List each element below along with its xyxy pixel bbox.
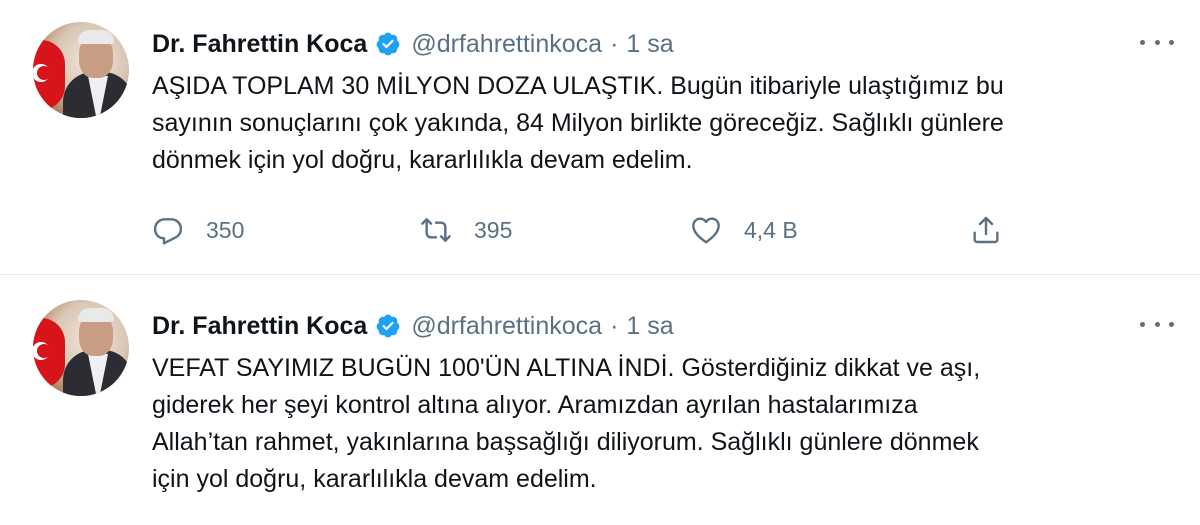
avatar[interactable] <box>33 22 129 118</box>
tweet-feed: Dr. Fahrettin Koca @drfahrettinkoca · 1 … <box>0 0 1200 525</box>
tweet-timestamp[interactable]: 1 sa <box>626 30 673 59</box>
retweet-count: 395 <box>474 216 513 243</box>
avatar-hair <box>78 308 114 322</box>
tweet-text-line: için yol doğru, kararlılıkla devam edeli… <box>152 465 597 493</box>
retweet-button[interactable]: 395 <box>420 210 512 250</box>
author-name[interactable]: Dr. Fahrettin Koca <box>152 30 367 59</box>
author-handle[interactable]: @drfahrettinkoca <box>411 30 602 59</box>
separator-dot: · <box>610 311 619 340</box>
verified-badge-icon <box>375 31 401 57</box>
reply-count: 350 <box>206 216 245 243</box>
flag-graphic <box>33 318 65 388</box>
reply-icon <box>153 218 183 245</box>
avatar[interactable] <box>33 300 129 396</box>
more-options-icon[interactable] <box>1140 32 1174 52</box>
tweet-header: Dr. Fahrettin Koca @drfahrettinkoca · 1 … <box>152 24 674 64</box>
flag-graphic <box>33 40 65 110</box>
share-icon <box>973 216 999 244</box>
tweet[interactable]: Dr. Fahrettin Koca @drfahrettinkoca · 1 … <box>0 0 1200 275</box>
tweet-text-line: giderek her şeyi kontrol altına alıyor. … <box>152 391 918 419</box>
author-handle[interactable]: @drfahrettinkoca <box>411 312 602 341</box>
tweet-text: AŞIDA TOPLAM 30 MİLYON DOZA ULAŞTIK. Bug… <box>152 68 1152 179</box>
tweet-text-line: sayının sonuçlarını çok yakında, 84 Mily… <box>152 109 1004 137</box>
tweet-timestamp[interactable]: 1 sa <box>626 312 673 341</box>
like-button[interactable]: 4,4 B <box>690 210 798 250</box>
avatar-hair <box>78 30 114 44</box>
tweet-text-line: AŞIDA TOPLAM 30 MİLYON DOZA ULAŞTIK. Bug… <box>152 72 1004 100</box>
tweet-text-line: Allah’tan rahmet, yakınlarına başsağlığı… <box>152 428 979 456</box>
tweet-text-line: dönmek için yol doğru, kararlılıkla deva… <box>152 146 693 174</box>
tweet[interactable]: Dr. Fahrettin Koca @drfahrettinkoca · 1 … <box>0 276 1200 525</box>
tweet-text-line: VEFAT SAYIMIZ BUGÜN 100'ÜN ALTINA İNDİ. … <box>152 354 981 382</box>
reply-button[interactable]: 350 <box>152 210 244 250</box>
tweet-text: VEFAT SAYIMIZ BUGÜN 100'ÜN ALTINA İNDİ. … <box>152 350 1152 498</box>
share-button[interactable] <box>970 210 1002 250</box>
tweet-header: Dr. Fahrettin Koca @drfahrettinkoca · 1 … <box>152 306 674 346</box>
author-name[interactable]: Dr. Fahrettin Koca <box>152 312 367 341</box>
verified-badge-icon <box>375 313 401 339</box>
tweet-actions: 350 395 4,4 B <box>152 210 1032 250</box>
like-heart-icon <box>692 217 720 244</box>
more-options-icon[interactable] <box>1140 314 1174 334</box>
like-count: 4,4 B <box>744 216 798 243</box>
separator-dot: · <box>610 29 619 58</box>
retweet-icon <box>421 218 451 242</box>
